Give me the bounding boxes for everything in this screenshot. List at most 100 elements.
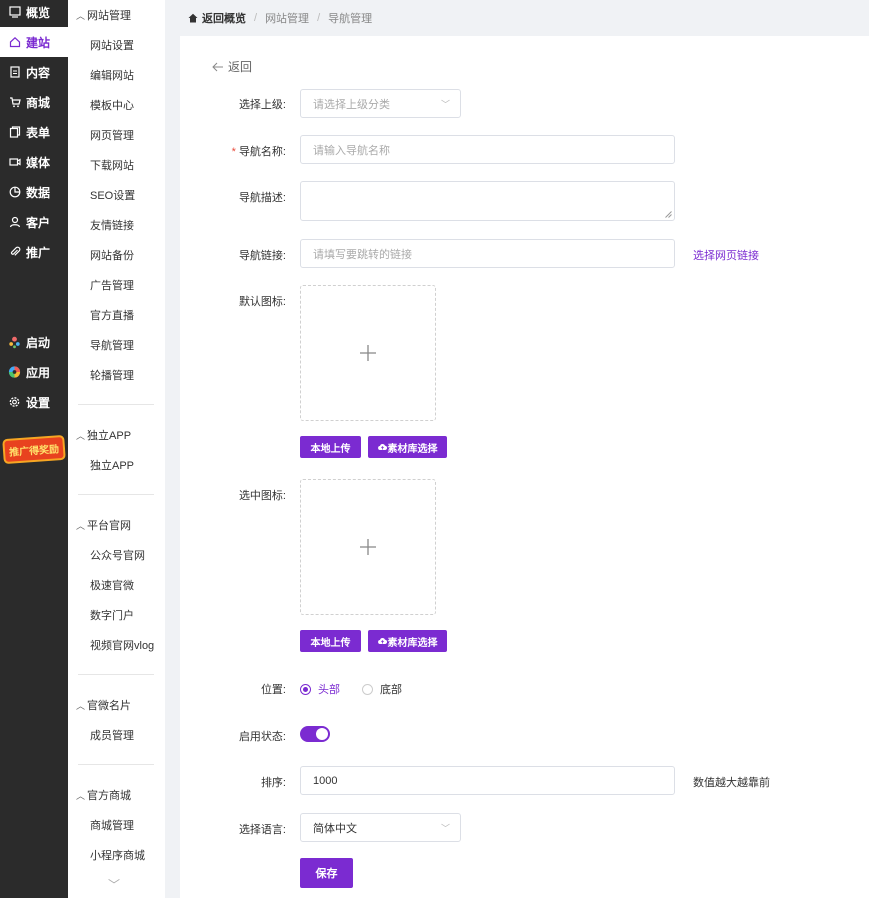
subnav-item-mall-manage[interactable]: 商城管理 xyxy=(90,817,134,833)
radio-label: 底部 xyxy=(380,684,402,696)
subnav-item-nav-manage[interactable]: 导航管理 xyxy=(90,337,134,353)
subnav-item-seo[interactable]: SEO设置 xyxy=(90,187,135,203)
default-library-button[interactable]: 素材库选择 xyxy=(368,436,447,458)
rail-item-launch[interactable]: 启动 xyxy=(0,327,68,357)
subnav-item-fast-micro[interactable]: 极速官微 xyxy=(90,577,134,593)
video-icon xyxy=(8,156,21,169)
subnav-item-live[interactable]: 官方直播 xyxy=(90,307,134,323)
language-select[interactable]: 简体中文 ﹀ xyxy=(300,813,461,842)
sort-value: 1000 xyxy=(313,774,338,787)
back-label: 返回 xyxy=(228,60,253,74)
subnav-item-edit-site[interactable]: 编辑网站 xyxy=(90,67,134,83)
chevron-down-icon[interactable]: ﹀ xyxy=(108,876,120,893)
divider xyxy=(78,404,154,405)
subnav-item-pages[interactable]: 网页管理 xyxy=(90,127,134,143)
subnav-item-ads[interactable]: 广告管理 xyxy=(90,277,134,293)
desc-label: 导航描述: xyxy=(238,192,286,204)
default-icon-upload[interactable] xyxy=(300,285,436,421)
selected-icon-label: 选中图标: xyxy=(238,490,286,502)
enabled-toggle[interactable] xyxy=(300,726,330,742)
rail-item-data[interactable]: 数据 xyxy=(0,177,68,207)
parent-label: 选择上级: xyxy=(238,99,286,111)
cloud-upload-icon xyxy=(377,638,387,645)
nav-desc-textarea[interactable] xyxy=(300,181,675,221)
position-radio-bottom[interactable]: 底部 xyxy=(362,681,402,697)
rail-item-promote[interactable]: 推广 xyxy=(0,237,68,267)
language-value: 简体中文 xyxy=(313,822,357,835)
subnav-item-links[interactable]: 友情链接 xyxy=(90,217,134,233)
nav-name-input[interactable]: 请输入导航名称 xyxy=(300,135,675,164)
group-title-app[interactable]: ︿ 独立APP xyxy=(76,427,131,443)
breadcrumb-nav-manage: 导航管理 xyxy=(328,13,373,25)
rail-item-content[interactable]: 内容 xyxy=(0,57,68,87)
selected-icon-upload[interactable] xyxy=(300,479,436,615)
document-icon xyxy=(8,66,21,79)
group-title-site[interactable]: ︿ 网站管理 xyxy=(76,7,131,23)
group-label: 官微名片 xyxy=(87,700,132,712)
nav-name-placeholder: 请输入导航名称 xyxy=(313,144,390,157)
subnav-item-portal[interactable]: 数字门户 xyxy=(90,607,134,623)
rail-label: 应用 xyxy=(26,365,51,380)
breadcrumb-home[interactable]: 返回概览 xyxy=(188,10,246,26)
parent-select[interactable]: 请选择上级分类 ﹀ xyxy=(300,89,461,118)
sort-tip: 数值越大越靠前 xyxy=(693,777,770,789)
rail-item-apps[interactable]: 应用 xyxy=(0,357,68,387)
divider xyxy=(78,494,154,495)
subnav-item-mini-mall[interactable]: 小程序商城 xyxy=(90,847,145,863)
selected-library-button[interactable]: 素材库选择 xyxy=(368,630,447,652)
divider xyxy=(78,674,154,675)
subnav-item-site-settings[interactable]: 网站设置 xyxy=(90,37,134,53)
breadcrumb: 返回概览 / 网站管理 / 导航管理 xyxy=(188,10,372,26)
subnav-item-backup[interactable]: 网站备份 xyxy=(90,247,134,263)
rail-item-site[interactable]: 建站 xyxy=(0,27,68,57)
chevron-up-icon: ︿ xyxy=(76,790,86,801)
rail-label: 媒体 xyxy=(26,155,51,170)
save-button[interactable]: 保存 xyxy=(300,858,353,888)
rail-item-form[interactable]: 表单 xyxy=(0,117,68,147)
promo-label: 推广得奖励 xyxy=(4,436,64,462)
subnav-item-vlog[interactable]: 视频官网vlog xyxy=(90,637,154,653)
overview-icon xyxy=(8,6,21,19)
default-local-upload-button[interactable]: 本地上传 xyxy=(300,436,361,458)
subnav-item-official-account[interactable]: 公众号官网 xyxy=(90,547,145,563)
breadcrumb-site-manage[interactable]: 网站管理 xyxy=(265,10,309,26)
sort-input[interactable]: 1000 xyxy=(300,766,675,795)
radio-label: 头部 xyxy=(318,684,340,696)
group-title-card[interactable]: ︿ 官微名片 xyxy=(76,697,131,713)
subnav-item-carousel[interactable]: 轮播管理 xyxy=(90,367,134,383)
link-label: 导航链接: xyxy=(238,250,286,262)
paperclip-icon xyxy=(8,246,21,259)
subnav-item-members[interactable]: 成员管理 xyxy=(90,727,134,743)
required-mark: * xyxy=(231,146,236,158)
breadcrumb-home-label: 返回概览 xyxy=(202,13,246,25)
group-title-platform[interactable]: ︿ 平台官网 xyxy=(76,517,131,533)
rail-label: 内容 xyxy=(26,65,51,80)
rail-label: 概览 xyxy=(26,5,51,20)
rail-label: 推广 xyxy=(26,245,51,260)
name-label: * 导航名称: xyxy=(180,143,286,159)
selected-local-upload-button[interactable]: 本地上传 xyxy=(300,630,361,652)
subnav-item-templates[interactable]: 模板中心 xyxy=(90,97,134,113)
chevron-up-icon: ︿ xyxy=(76,700,86,711)
group-label: 官方商城 xyxy=(87,790,132,802)
parent-placeholder: 请选择上级分类 xyxy=(313,98,390,111)
rail-label: 客户 xyxy=(26,215,51,230)
nav-link-input[interactable]: 请填写要跳转的链接 xyxy=(300,239,675,268)
sort-label: 排序: xyxy=(260,777,286,789)
rail-item-media[interactable]: 媒体 xyxy=(0,147,68,177)
rail-item-settings[interactable]: 设置 xyxy=(0,387,68,417)
subnav-item-standalone-app[interactable]: 独立APP xyxy=(90,457,134,473)
gear-icon xyxy=(8,396,21,409)
group-label: 独立APP xyxy=(87,430,132,442)
back-link[interactable]: 返回 xyxy=(212,58,252,75)
position-radio-top[interactable]: 头部 xyxy=(300,681,340,697)
choose-page-link[interactable]: 选择网页链接 xyxy=(693,247,759,263)
main-rail: 概览 建站 内容 商城 表单 媒体 数据 客户 推广 启动 应用 设置 推广得奖… xyxy=(0,0,68,898)
rail-item-overview[interactable]: 概览 xyxy=(0,0,68,27)
subnav-item-download[interactable]: 下载网站 xyxy=(90,157,134,173)
rail-item-customer[interactable]: 客户 xyxy=(0,207,68,237)
plus-icon xyxy=(360,539,376,555)
group-title-mall[interactable]: ︿ 官方商城 xyxy=(76,787,131,803)
rail-item-mall[interactable]: 商城 xyxy=(0,87,68,117)
promo-banner[interactable]: 推广得奖励 xyxy=(0,430,68,468)
